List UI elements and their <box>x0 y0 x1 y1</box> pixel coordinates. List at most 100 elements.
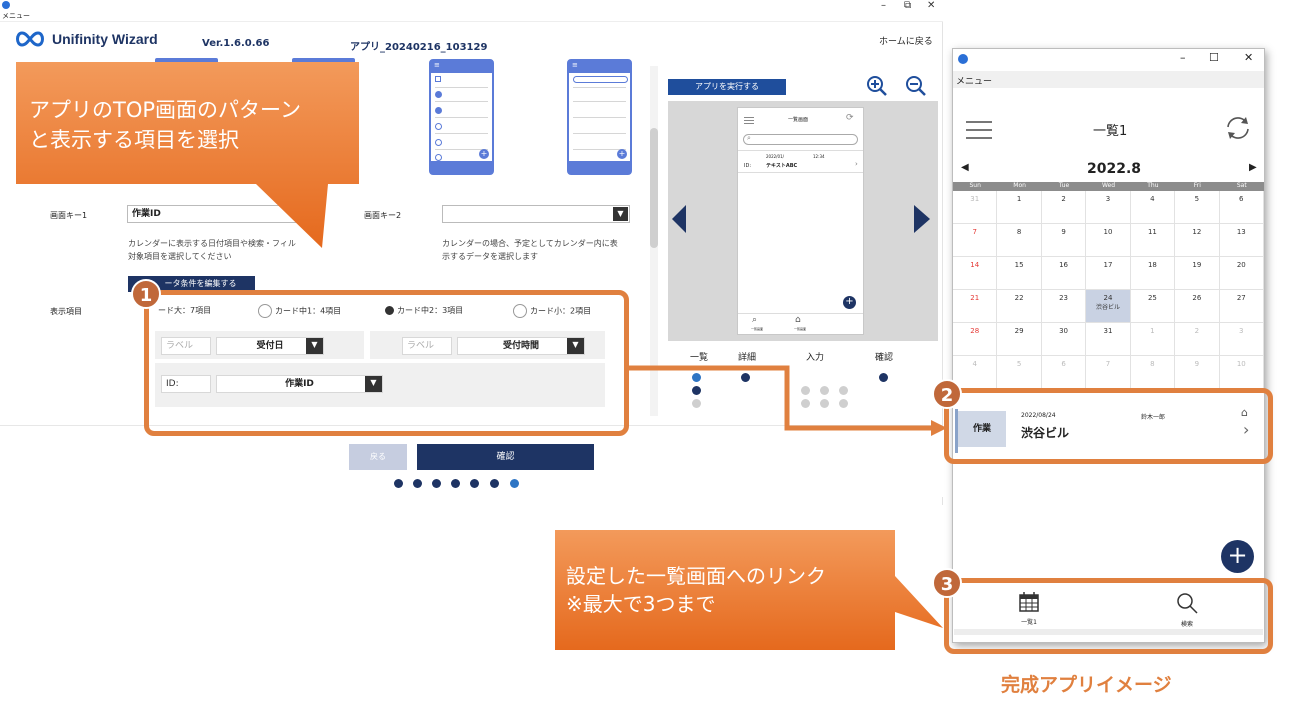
calendar-day[interactable]: 2 <box>1175 323 1220 356</box>
tab-list1-label: 一覧1 <box>1021 619 1037 626</box>
calendar-day[interactable]: 22 <box>997 290 1042 323</box>
preview-tab-label: 一覧画面 <box>794 327 807 331</box>
calendar-day[interactable]: 1 <box>1130 323 1176 356</box>
calendar-day[interactable]: 29 <box>997 323 1042 356</box>
calendar-day-number: 7 <box>972 228 977 236</box>
page-dot[interactable] <box>451 479 460 488</box>
weekday-label: Tue <box>1058 182 1070 189</box>
calendar-day[interactable]: 17 <box>1086 257 1131 290</box>
calendar-day[interactable]: 3 <box>1086 191 1131 224</box>
calendar-day[interactable]: 30 <box>1041 323 1087 356</box>
calendar-day[interactable]: 5 <box>1175 191 1220 224</box>
calendar-day[interactable]: 5 <box>997 356 1042 389</box>
thumb-footer <box>431 161 492 173</box>
calendar-day[interactable]: 10 <box>1219 356 1264 389</box>
back-button[interactable]: 戻る <box>349 444 407 470</box>
prev-month-icon[interactable]: ◀ <box>961 162 969 173</box>
weekday-label: Fri <box>1193 182 1201 189</box>
calendar-day[interactable]: 4 <box>953 356 998 389</box>
restore-button[interactable]: ⧉ <box>904 0 911 11</box>
calendar-day-number: 1 <box>1016 195 1022 203</box>
calendar-day[interactable]: 31 <box>953 191 998 224</box>
sync-icon[interactable] <box>1224 115 1252 141</box>
help-right-line1: カレンダーの場合、予定としてカレンダー内に表 <box>442 239 618 248</box>
calendar-day[interactable]: 25 <box>1130 290 1176 323</box>
pattern-thumbnail-search[interactable]: ≡ + <box>567 59 632 175</box>
calendar-day[interactable]: 26 <box>1175 290 1220 323</box>
home-link[interactable]: ホームに戻る <box>879 34 933 47</box>
calendar-day[interactable]: 9 <box>1041 224 1087 257</box>
mobile-app-window: – ☐ ✕ メニュー 一覧1 ◀ 2022.8 ▶ Sun Mon Tue Wed Th… <box>952 48 1265 643</box>
scrollbar-thumb[interactable] <box>650 128 658 248</box>
calendar-day[interactable]: 1 <box>997 191 1042 224</box>
list-card[interactable]: 作業 2022/08/24 鈴木一郎 ⌂ 渋谷ビル › <box>955 406 1262 453</box>
page-dot[interactable] <box>394 479 403 488</box>
calendar-day[interactable]: 11 <box>1130 224 1176 257</box>
calendar-day[interactable]: 24 渋谷ビル <box>1086 290 1131 323</box>
bottom-callout-text: 設定した一覧画面へのリンク ※最大で3つまで <box>566 562 826 618</box>
zoom-out-icon[interactable] <box>905 75 927 97</box>
calendar-icon <box>1019 592 1039 612</box>
screen-key2-select[interactable]: ▼ <box>442 205 630 223</box>
calendar-day[interactable]: 7 <box>953 224 998 257</box>
badge-2: 2 <box>932 379 962 409</box>
calendar-day[interactable]: 8 <box>997 224 1042 257</box>
calendar-day[interactable]: 6 <box>1219 191 1264 224</box>
calendar-day[interactable]: 4 <box>1130 191 1176 224</box>
page-dot[interactable] <box>432 479 441 488</box>
search-icon <box>1177 593 1198 614</box>
mobile-maximize-button[interactable]: ☐ <box>1209 51 1219 64</box>
calendar-day[interactable]: 3 <box>1219 323 1264 356</box>
calendar-day-number: 17 <box>1103 261 1113 269</box>
calendar-day[interactable]: 23 <box>1041 290 1087 323</box>
add-button[interactable]: + <box>1221 540 1254 573</box>
calendar-day[interactable]: 12 <box>1175 224 1220 257</box>
close-button[interactable]: ✕ <box>927 0 935 11</box>
calendar-day[interactable]: 19 <box>1175 257 1220 290</box>
list-title: 一覧1 <box>1093 124 1128 139</box>
calendar-day[interactable]: 20 <box>1219 257 1264 290</box>
calendar-day[interactable]: 14 <box>953 257 998 290</box>
calendar-day[interactable]: 6 <box>1041 356 1087 389</box>
mobile-menu-bar[interactable]: メニュー <box>953 71 1264 88</box>
zoom-in-icon[interactable] <box>866 75 888 97</box>
weekday-label: Wed <box>1101 182 1116 189</box>
next-month-icon[interactable]: ▶ <box>1249 162 1257 173</box>
card-date: 2022/08/24 <box>1021 412 1056 419</box>
page-dot[interactable] <box>413 479 422 488</box>
prev-arrow-icon[interactable] <box>672 205 688 233</box>
calendar-day[interactable]: 2 <box>1041 191 1087 224</box>
calendar-day[interactable]: 28 <box>953 323 998 356</box>
next-arrow-icon[interactable] <box>914 205 930 233</box>
tab-list1[interactable]: 一覧1 <box>1014 591 1044 631</box>
page-dot[interactable] <box>490 479 499 488</box>
hamburger-menu-icon[interactable] <box>966 121 992 123</box>
tab-search[interactable]: 検索 <box>1172 591 1202 631</box>
page-dot-active[interactable] <box>510 479 519 488</box>
month-label: 2022.8 <box>1087 161 1142 177</box>
calendar-day[interactable]: 10 <box>1086 224 1131 257</box>
calendar-day-number: 13 <box>1236 228 1246 236</box>
calendar-day[interactable]: 15 <box>997 257 1042 290</box>
calendar-day-number: 16 <box>1059 261 1069 269</box>
confirm-button[interactable]: 確認 <box>417 444 594 470</box>
pattern-thumbnail-calendar[interactable]: ≡ + <box>429 59 494 175</box>
calendar-day[interactable]: 9 <box>1175 356 1220 389</box>
mobile-close-button[interactable]: ✕ <box>1244 51 1253 64</box>
calendar-day[interactable]: 13 <box>1219 224 1264 257</box>
mobile-minimize-button[interactable]: – <box>1180 51 1186 64</box>
minimize-button[interactable]: – <box>881 0 886 11</box>
calendar-day[interactable]: 27 <box>1219 290 1264 323</box>
calendar-day[interactable]: 21 <box>953 290 998 323</box>
help-text-right: カレンダーの場合、予定としてカレンダー内に表 示するデータを選択します <box>442 237 618 263</box>
calendar-day[interactable]: 7 <box>1086 356 1131 389</box>
calendar-day[interactable]: 18 <box>1130 257 1176 290</box>
calendar-day[interactable]: 16 <box>1041 257 1087 290</box>
card-tag: 作業 <box>958 411 1006 447</box>
page-dot[interactable] <box>470 479 479 488</box>
calendar-day[interactable]: 8 <box>1130 356 1176 389</box>
run-app-button[interactable]: アプリを実行する <box>668 79 786 95</box>
calendar-day-number: 9 <box>1194 360 1200 368</box>
calendar-day[interactable]: 31 <box>1086 323 1131 356</box>
badge-3: 3 <box>932 568 962 598</box>
